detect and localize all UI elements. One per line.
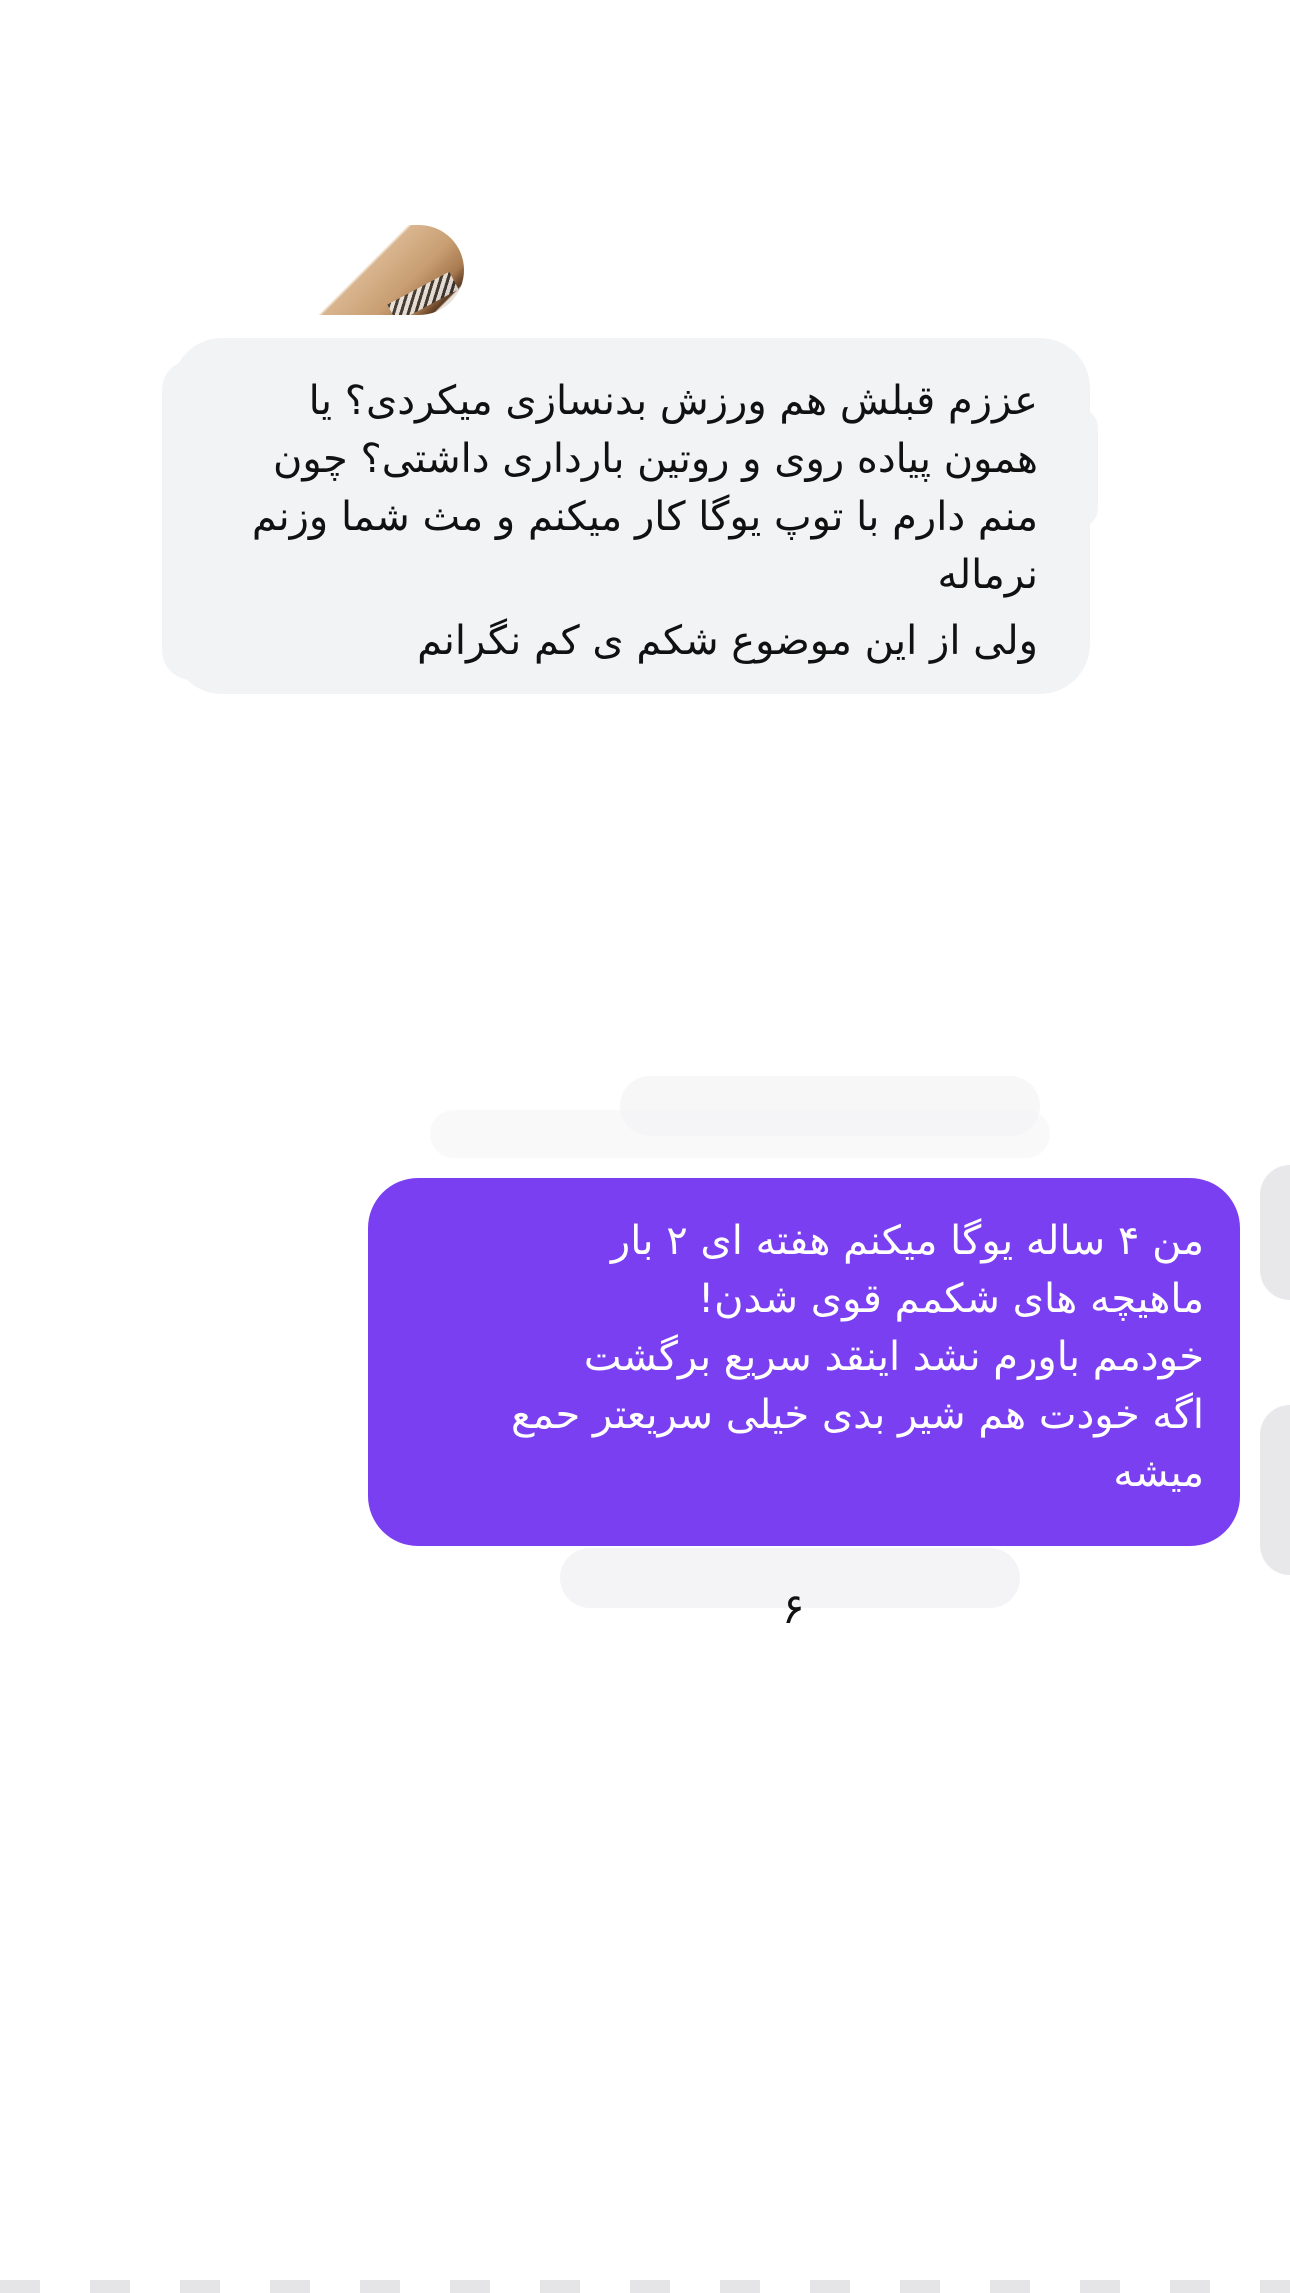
avatar-pattern [387, 271, 459, 315]
redacted-smudge [430, 1110, 1050, 1158]
redacted-side-blob [1260, 1405, 1290, 1575]
bottom-edge-strip [0, 2280, 1290, 2293]
incoming-message-line: همون پیاده روی و روتین بارداری داشتی؟ چو… [273, 436, 1038, 482]
incoming-message-line: منم دارم با توپ یوگا کار میکنم و مث شما … [251, 494, 1038, 540]
outgoing-message-text: من ۴ ساله یوگا میکنم هفته ای ۲ بار ماهیچ… [404, 1212, 1204, 1502]
outgoing-message-line: ماهیچه های شکمم قوی شدن! [698, 1276, 1204, 1322]
outgoing-message-line: خودمم باورم نشد اینقد سریع برگشت [583, 1334, 1204, 1380]
incoming-message-bubble[interactable]: عززم قبلش هم ورزش بدنسازی میکردی؟ یا همو… [162, 338, 1098, 694]
incoming-message-text: عززم قبلش هم ورزش بدنسازی میکردی؟ یا همو… [202, 372, 1038, 670]
incoming-message-line: نرماله [937, 552, 1038, 598]
sender-avatar[interactable] [318, 225, 464, 315]
outgoing-message-line: میشه [1113, 1450, 1204, 1496]
incoming-message-line: عززم قبلش هم ورزش بدنسازی میکردی؟ یا [308, 378, 1038, 424]
incoming-message-line: ولی از این موضوع شکم ی کم نگرانم [417, 618, 1038, 664]
stray-glyph: ۶ [782, 1584, 805, 1633]
redacted-side-blob [1260, 1165, 1290, 1300]
outgoing-message-line: من ۴ ساله یوگا میکنم هفته ای ۲ بار [610, 1218, 1204, 1264]
outgoing-message-line: اگه خودت هم شیر بدی خیلی سریعتر حمع [511, 1392, 1204, 1438]
outgoing-message-bubble[interactable]: من ۴ ساله یوگا میکنم هفته ای ۲ بار ماهیچ… [368, 1178, 1240, 1546]
